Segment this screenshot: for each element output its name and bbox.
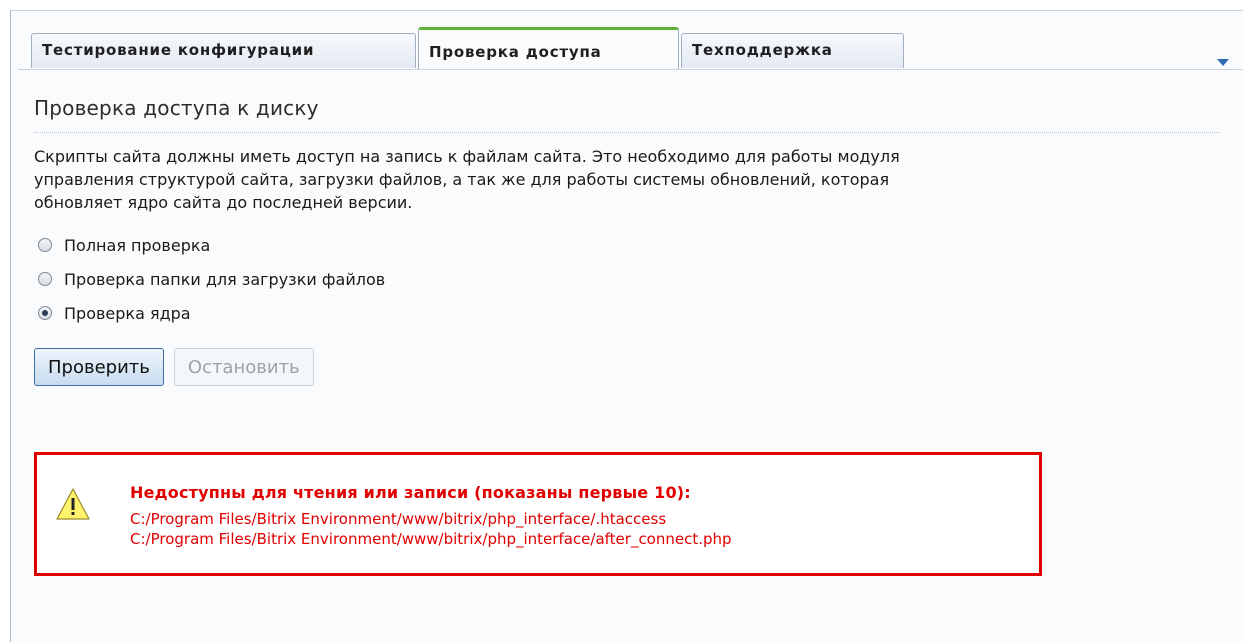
error-path: C:/Program Files/Bitrix Environment/www/… bbox=[130, 530, 732, 548]
tab-content: Проверка доступа к диску Скрипты сайта д… bbox=[34, 70, 1224, 576]
radio-button[interactable] bbox=[38, 306, 52, 320]
tab-config-testing[interactable]: Тестирование конфигурации bbox=[31, 33, 416, 68]
stop-button[interactable]: Остановить bbox=[173, 348, 314, 386]
description-line: Скрипты сайта должны иметь доступ на зап… bbox=[34, 147, 900, 166]
radio-upload-folder-check[interactable]: Проверка папки для загрузки файлов bbox=[34, 262, 1224, 296]
radio-label: Проверка ядра bbox=[64, 303, 191, 323]
description-line: управления структурой сайта, загрузки фа… bbox=[34, 170, 890, 189]
tab-support[interactable]: Техподдержка bbox=[681, 33, 904, 68]
warning-icon bbox=[56, 488, 90, 520]
section-title: Проверка доступа к диску bbox=[34, 96, 319, 120]
check-button[interactable]: Проверить bbox=[34, 348, 164, 386]
radio-button[interactable] bbox=[38, 272, 52, 286]
separator bbox=[34, 132, 1219, 133]
section-description: Скрипты сайта должны иметь доступ на зап… bbox=[34, 145, 1204, 214]
check-type-radio-group: Полная проверка Проверка папки для загру… bbox=[34, 228, 1224, 330]
tabs-dropdown-icon[interactable] bbox=[1217, 59, 1229, 66]
error-box: Недоступны для чтения или записи (показа… bbox=[34, 452, 1042, 576]
radio-button[interactable] bbox=[38, 238, 52, 252]
radio-kernel-check[interactable]: Проверка ядра bbox=[34, 296, 1224, 330]
tab-access-check[interactable]: Проверка доступа bbox=[418, 27, 679, 69]
action-buttons: Проверить Остановить bbox=[34, 348, 1224, 386]
radio-full-check[interactable]: Полная проверка bbox=[34, 228, 1224, 262]
description-line: обновляет ядро сайта до последней версии… bbox=[34, 193, 413, 212]
tab-strip: Тестирование конфигурации Проверка досту… bbox=[18, 19, 1243, 70]
radio-label: Проверка папки для загрузки файлов bbox=[64, 269, 386, 289]
error-title: Недоступны для чтения или записи (показа… bbox=[130, 483, 691, 502]
error-path: C:/Program Files/Bitrix Environment/www/… bbox=[130, 510, 667, 528]
radio-label: Полная проверка bbox=[64, 235, 211, 255]
